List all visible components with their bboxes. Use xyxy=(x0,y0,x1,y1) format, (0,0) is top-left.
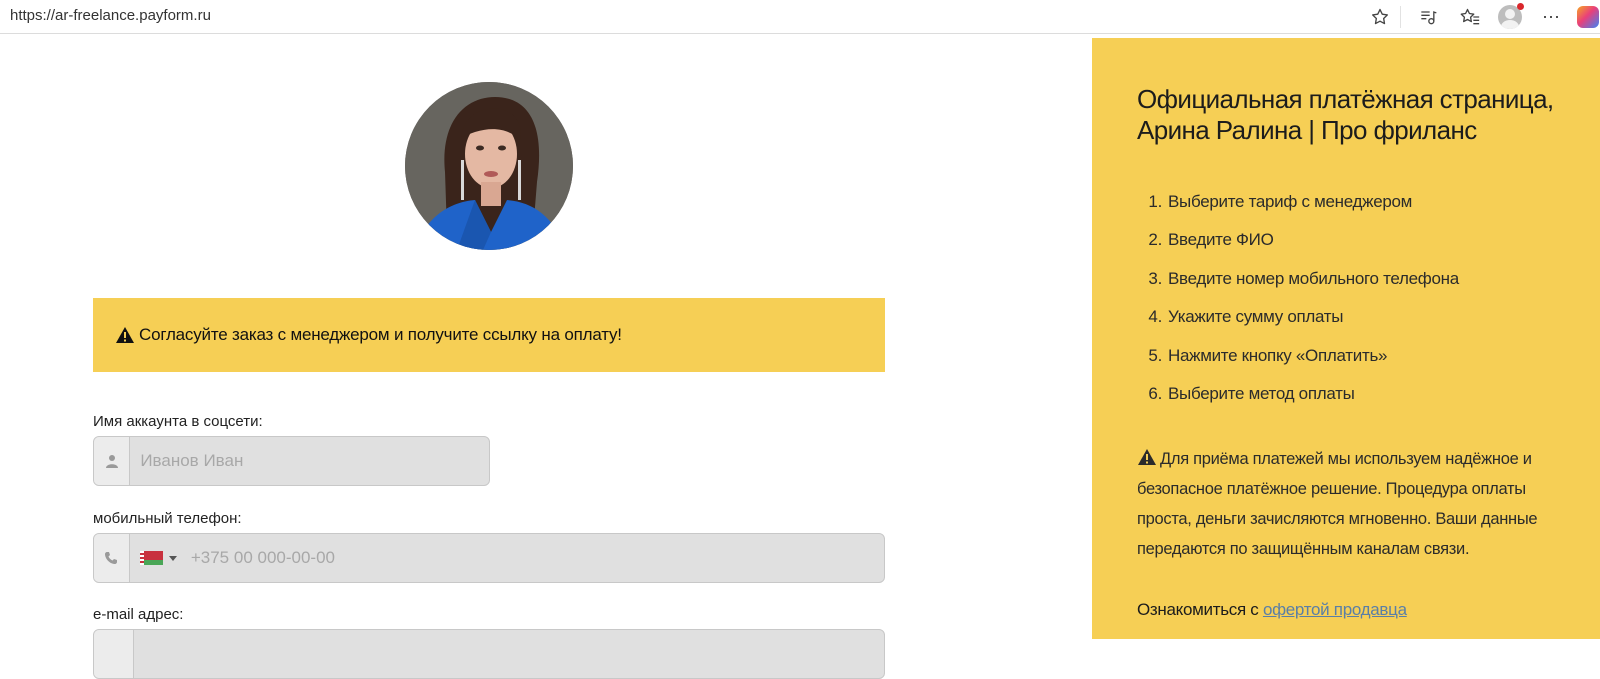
list-item: 2. Введите ФИО xyxy=(1148,230,1274,250)
security-text: Для приёма платежей мы используем надёжн… xyxy=(1137,450,1538,558)
offer-prefix: Ознакомиться с xyxy=(1137,600,1259,619)
browser-toolbar: https://ar-freelance.payform.ru ⋯ xyxy=(0,0,1600,34)
name-label: Имя аккаунта в соцсети: xyxy=(93,413,263,430)
notice-text: Согласуйте заказ с менеджером и получите… xyxy=(139,325,622,344)
list-item: 5. Нажмите кнопку «Оплатить» xyxy=(1148,345,1388,365)
email-label: e-mail адрес: xyxy=(93,606,184,623)
notification-dot xyxy=(1517,3,1524,10)
address-bar[interactable]: https://ar-freelance.payform.ru xyxy=(10,7,211,24)
favorites-icon[interactable] xyxy=(1458,5,1482,29)
page-title: Официальная платёжная страница, Арина Ра… xyxy=(1137,84,1554,145)
list-item: 6. Выберите метод оплаты xyxy=(1148,383,1355,403)
security-note: Для приёма платежей мы используем надёжн… xyxy=(1137,444,1557,564)
profile-photo xyxy=(405,82,573,250)
phone-label: мобильный телефон: xyxy=(93,510,242,527)
name-input[interactable] xyxy=(130,437,489,485)
order-notice: Согласуйте заказ с менеджером и получите… xyxy=(93,298,885,372)
offer-line: Ознакомиться с офертой продавца xyxy=(1137,600,1407,620)
chevron-down-icon xyxy=(168,555,177,561)
phone-field xyxy=(93,533,885,583)
media-icon[interactable] xyxy=(1416,5,1440,29)
name-field xyxy=(93,436,490,486)
email-field[interactable] xyxy=(93,629,885,679)
phone-input[interactable] xyxy=(176,534,884,582)
steps-list: 1. Выберите тариф с менеджером 2. Введите … xyxy=(1137,183,1459,413)
phone-icon xyxy=(94,534,130,582)
warning-icon xyxy=(116,327,134,343)
info-sidebar: Официальная платёжная страница, Арина Ра… xyxy=(1092,38,1600,639)
flag-belarus-icon xyxy=(139,551,163,565)
user-icon xyxy=(94,437,131,485)
copilot-icon[interactable] xyxy=(1576,5,1600,29)
more-icon[interactable]: ⋯ xyxy=(1539,5,1563,29)
star-icon[interactable] xyxy=(1368,5,1392,29)
toolbar-separator xyxy=(1400,6,1401,28)
list-item: 3. Введите номер мобильного телефона xyxy=(1148,268,1459,288)
country-selector[interactable] xyxy=(130,534,177,582)
list-item: 1. Выберите тариф с менеджером xyxy=(1148,192,1413,211)
offer-link[interactable]: офертой продавца xyxy=(1263,600,1407,619)
warning-icon xyxy=(1138,449,1156,465)
email-icon xyxy=(94,630,134,678)
list-item: 4. Укажите сумму оплаты xyxy=(1148,307,1344,327)
